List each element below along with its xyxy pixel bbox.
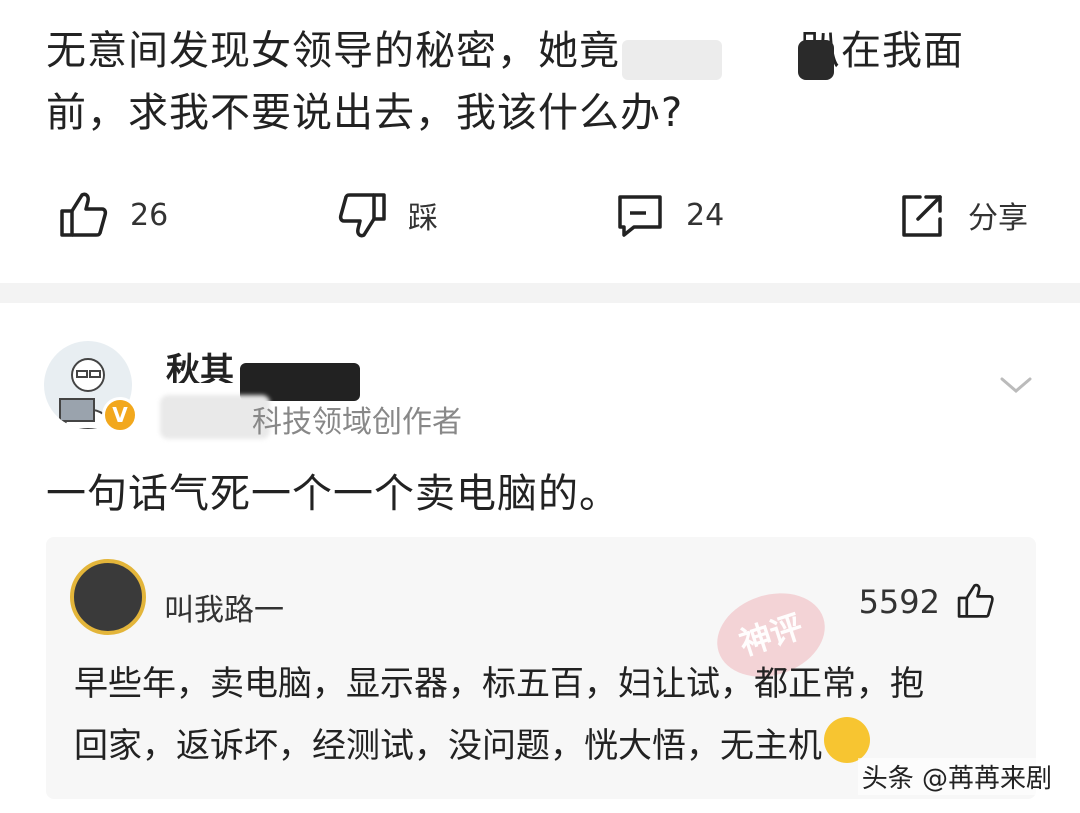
comment-username[interactable]: 秋其 xyxy=(166,343,234,383)
question-line-1-prefix: 无意间发现女领导的秘密，她竟 xyxy=(46,28,620,74)
share-button[interactable]: 分享 xyxy=(896,185,1028,245)
dislike-label: 踩 xyxy=(408,201,438,236)
user-title: 科技领域创作者 xyxy=(252,405,462,440)
watermark: 头条 @苒苒来剧 xyxy=(857,758,1056,795)
question-line-2: 前，求我不要说出去，我该什么办? xyxy=(46,90,684,136)
thumbs-up-icon[interactable] xyxy=(956,581,996,621)
redaction-blur xyxy=(622,40,722,80)
comment-count: 24 xyxy=(686,197,725,233)
chevron-down-icon[interactable] xyxy=(998,373,1034,397)
section-divider xyxy=(0,283,1080,303)
verified-badge: V xyxy=(102,397,138,433)
comment-item: V 秋其 科技领域创作者 一句话气死一个一个卖电脑的。 叫我路一 神评 5592… xyxy=(0,303,1080,813)
like-button[interactable]: 26 xyxy=(58,185,168,245)
thumbs-down-icon xyxy=(338,193,386,238)
reply-username[interactable]: 叫我路一 xyxy=(164,585,284,629)
thumbs-up-icon xyxy=(60,192,108,237)
like-count: 26 xyxy=(130,197,169,233)
reply-like-count: 5592 xyxy=(858,583,940,621)
reply-line-1: 早些年，卖电脑，显示器，标五百，妇让试，都正常，抱 xyxy=(74,664,924,704)
reply-line-2-text: 回家，返诉坏，经测试，没问题，恍大悟，无主机 xyxy=(74,726,822,766)
comment-icon xyxy=(618,195,662,237)
question-text: 无意间发现女领导的秘密，她竟 趴在我面 前，求我不要说出去，我该什么办? xyxy=(46,20,1036,144)
dislike-button[interactable]: 踩 xyxy=(336,185,438,245)
question-line-1: 无意间发现女领导的秘密，她竟 趴在我面 xyxy=(46,20,1036,82)
comment-text: 一句话气死一个一个卖电脑的。 xyxy=(46,471,620,517)
action-bar: 26 踩 24 分享 xyxy=(0,185,1080,245)
reply-text: 早些年，卖电脑，显示器，标五百，妇让试，都正常，抱 回家，返诉坏，经测试，没问题… xyxy=(74,653,974,777)
share-icon xyxy=(902,195,942,237)
redaction-blur xyxy=(798,40,834,80)
reply-avatar[interactable] xyxy=(70,559,146,635)
laughing-emoji-icon xyxy=(824,717,870,763)
reply-line-2: 回家，返诉坏，经测试，没问题，恍大悟，无主机 xyxy=(74,715,974,777)
share-label: 分享 xyxy=(968,201,1028,236)
comment-button[interactable]: 24 xyxy=(614,185,724,245)
